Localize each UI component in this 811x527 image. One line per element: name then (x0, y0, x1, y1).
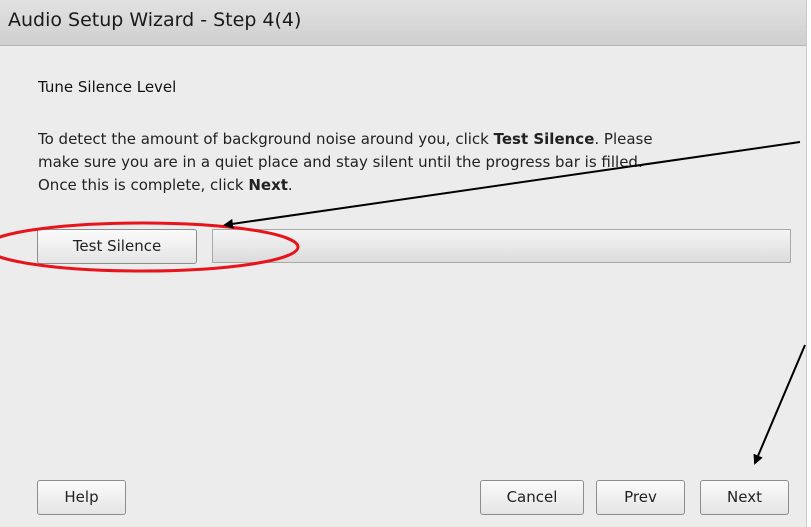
instructions-line-2: make sure you are in a quiet place and s… (38, 153, 643, 171)
next-button[interactable]: Next (700, 480, 789, 515)
audio-setup-wizard-dialog: Audio Setup Wizard - Step 4(4) Tune Sile… (0, 0, 807, 527)
instructions-bold-next: Next (248, 176, 288, 194)
instructions-line-1: To detect the amount of background noise… (38, 128, 798, 151)
cancel-button[interactable]: Cancel (480, 480, 584, 515)
help-button[interactable]: Help (37, 480, 126, 515)
instructions-text-part: Once this is complete, click (38, 176, 249, 194)
instructions-text-part: . Please (594, 130, 653, 148)
instructions-text: To detect the amount of background noise… (38, 128, 798, 197)
instructions-line-3: Once this is complete, click Next. (38, 174, 798, 197)
instructions-bold-test-silence: Test Silence (493, 130, 595, 148)
instructions-text-part: . (287, 176, 293, 194)
prev-button[interactable]: Prev (596, 480, 685, 515)
window-title: Audio Setup Wizard - Step 4(4) (8, 9, 302, 31)
instructions-text-part: To detect the amount of background noise… (38, 130, 494, 148)
section-title: Tune Silence Level (38, 78, 177, 96)
title-bar: Audio Setup Wizard - Step 4(4) (0, 0, 806, 46)
test-silence-button[interactable]: Test Silence (37, 229, 197, 264)
page: Audio Setup Wizard - Step 4(4) Tune Sile… (0, 0, 811, 527)
silence-progress-bar (212, 229, 791, 263)
